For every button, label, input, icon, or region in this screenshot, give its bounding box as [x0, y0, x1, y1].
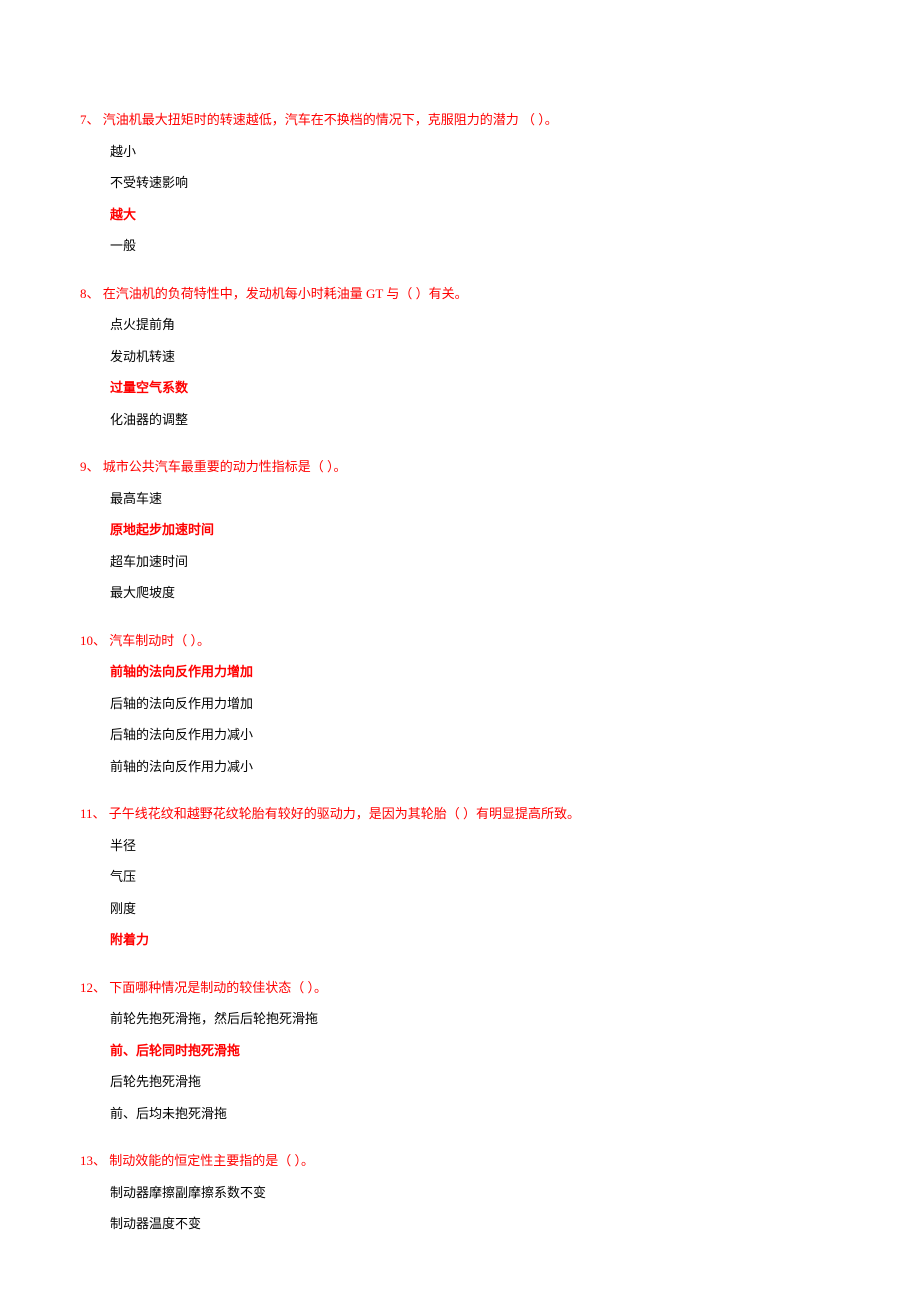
question-block: 12、 下面哪种情况是制动的较佳状态（ ）。前轮先抱死滑拖，然后后轮抱死滑拖前、…: [80, 978, 840, 1124]
question-number: 11、: [80, 806, 106, 821]
question-number: 8、: [80, 286, 100, 301]
option: 最大爬坡度: [80, 583, 840, 603]
question-stem: 子午线花纹和越野花纹轮胎有较好的驱动力，是因为其轮胎（ ）有明显提高所致。: [106, 806, 581, 821]
option: 一般: [80, 236, 840, 256]
question-stem: 汽油机最大扭矩时的转速越低，汽车在不换档的情况下，克服阻力的潜力 （ ）。: [100, 112, 558, 127]
option: 制动器温度不变: [80, 1214, 840, 1234]
option: 前轴的法向反作用力减小: [80, 757, 840, 777]
question-stem: 在汽油机的负荷特性中，发动机每小时耗油量 GT 与（ ）有关。: [100, 286, 468, 301]
question-block: 11、 子午线花纹和越野花纹轮胎有较好的驱动力，是因为其轮胎（ ）有明显提高所致…: [80, 804, 840, 950]
option: 后轴的法向反作用力减小: [80, 725, 840, 745]
option: 前、后均未抱死滑拖: [80, 1104, 840, 1124]
question-stem: 汽车制动时（ ）。: [106, 633, 210, 648]
question-stem: 制动效能的恒定性主要指的是（ ）。: [106, 1153, 314, 1168]
question-number: 10、: [80, 633, 106, 648]
question-number: 9、: [80, 459, 100, 474]
option-correct: 过量空气系数: [80, 378, 840, 398]
option: 前轮先抱死滑拖，然后后轮抱死滑拖: [80, 1009, 840, 1029]
option: 后轮先抱死滑拖: [80, 1072, 840, 1092]
question-text: 10、 汽车制动时（ ）。: [80, 631, 840, 651]
question-number: 13、: [80, 1153, 106, 1168]
question-number: 7、: [80, 112, 100, 127]
question-block: 13、 制动效能的恒定性主要指的是（ ）。制动器摩擦副摩擦系数不变制动器温度不变: [80, 1151, 840, 1234]
option-correct: 越大: [80, 205, 840, 225]
question-block: 10、 汽车制动时（ ）。前轴的法向反作用力增加后轴的法向反作用力增加后轴的法向…: [80, 631, 840, 777]
question-text: 8、 在汽油机的负荷特性中，发动机每小时耗油量 GT 与（ ）有关。: [80, 284, 840, 304]
option-correct: 原地起步加速时间: [80, 520, 840, 540]
option-correct: 前、后轮同时抱死滑拖: [80, 1041, 840, 1061]
question-text: 7、 汽油机最大扭矩时的转速越低，汽车在不换档的情况下，克服阻力的潜力 （ ）。: [80, 110, 840, 130]
question-number: 12、: [80, 980, 106, 995]
question-stem: 下面哪种情况是制动的较佳状态（ ）。: [106, 980, 327, 995]
question-stem: 城市公共汽车最重要的动力性指标是（ ）。: [100, 459, 347, 474]
question-text: 12、 下面哪种情况是制动的较佳状态（ ）。: [80, 978, 840, 998]
option: 后轴的法向反作用力增加: [80, 694, 840, 714]
question-block: 8、 在汽油机的负荷特性中，发动机每小时耗油量 GT 与（ ）有关。点火提前角发…: [80, 284, 840, 430]
question-block: 7、 汽油机最大扭矩时的转速越低，汽车在不换档的情况下，克服阻力的潜力 （ ）。…: [80, 110, 840, 256]
option-correct: 附着力: [80, 930, 840, 950]
option: 发动机转速: [80, 347, 840, 367]
option: 化油器的调整: [80, 410, 840, 430]
option: 制动器摩擦副摩擦系数不变: [80, 1183, 840, 1203]
option: 最高车速: [80, 489, 840, 509]
option: 不受转速影响: [80, 173, 840, 193]
option: 刚度: [80, 899, 840, 919]
option: 气压: [80, 867, 840, 887]
question-text: 11、 子午线花纹和越野花纹轮胎有较好的驱动力，是因为其轮胎（ ）有明显提高所致…: [80, 804, 840, 824]
question-block: 9、 城市公共汽车最重要的动力性指标是（ ）。最高车速原地起步加速时间超车加速时…: [80, 457, 840, 603]
question-text: 13、 制动效能的恒定性主要指的是（ ）。: [80, 1151, 840, 1171]
question-text: 9、 城市公共汽车最重要的动力性指标是（ ）。: [80, 457, 840, 477]
option: 越小: [80, 142, 840, 162]
option: 点火提前角: [80, 315, 840, 335]
option: 半径: [80, 836, 840, 856]
option-correct: 前轴的法向反作用力增加: [80, 662, 840, 682]
option: 超车加速时间: [80, 552, 840, 572]
